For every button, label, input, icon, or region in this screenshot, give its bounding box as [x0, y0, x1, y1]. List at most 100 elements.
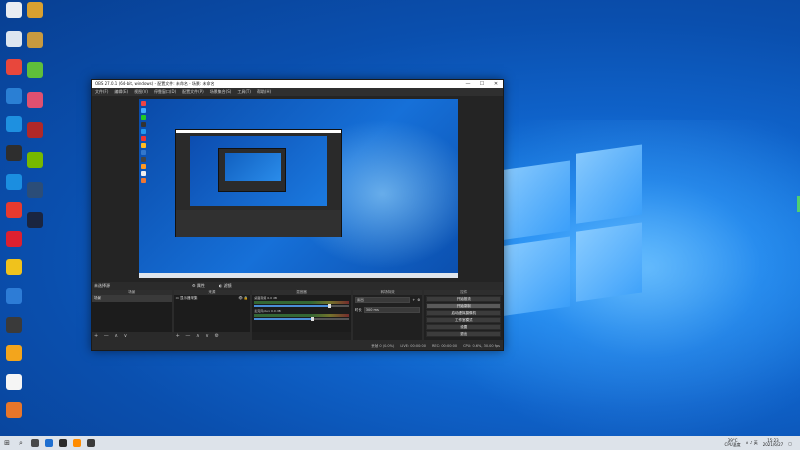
exit-button[interactable]: 退出: [426, 331, 502, 337]
preview-canvas[interactable]: [139, 99, 458, 278]
app-icon: [31, 439, 39, 447]
desktop-icon-label: [21, 139, 49, 147]
desktop-icon[interactable]: [21, 152, 49, 177]
menu-help[interactable]: 帮助(H): [257, 89, 271, 95]
system-tray: 39°C CPU温度 ∧ ♪ 英 15:23 2021/6/27 ▢: [725, 439, 800, 447]
tray-icons[interactable]: ∧ ♪ 英: [746, 440, 758, 446]
nested-obs-preview: [175, 129, 342, 237]
desktop-icon[interactable]: [0, 345, 28, 370]
desktop-icon[interactable]: [21, 182, 49, 207]
search-button[interactable]: ⌕: [14, 436, 28, 450]
desktop-icon-label: [0, 419, 28, 427]
desktop-icon[interactable]: [0, 288, 28, 313]
app-icon: [6, 345, 22, 362]
windows-start-icon: ⊞: [4, 439, 10, 447]
app-icon: [27, 182, 43, 198]
scenes-dock: 场景 场景 + — ∧ ∨: [92, 290, 172, 340]
filters-button[interactable]: ◐ 滤镜: [219, 283, 232, 289]
app-icon: [73, 439, 81, 447]
taskbar-app[interactable]: [42, 436, 56, 450]
preview-area[interactable]: [92, 96, 503, 282]
desktop-icon-label: [21, 19, 49, 27]
obs-titlebar[interactable]: OBS 27.0.1 (64-bit, windows) - 配置文件: 未命名…: [92, 80, 503, 88]
app-icon: [27, 2, 43, 18]
properties-button[interactable]: ⚙ 属性: [192, 283, 205, 289]
desktop-icon-label: [21, 109, 49, 117]
minimize-button[interactable]: —: [461, 81, 475, 87]
mixer-channel-mic: 麦克风/Aux 0.0 dB: [252, 308, 351, 321]
add-transition-icon[interactable]: +: [412, 298, 415, 302]
menu-scene-collection[interactable]: 场景集合(S): [210, 89, 232, 95]
desktop-icon-label: [21, 199, 49, 207]
menu-docks[interactable]: 停靠窗口(D): [154, 89, 176, 95]
app-icon: [6, 259, 22, 276]
desktop-icon-label: [0, 391, 28, 399]
app-icon: [6, 202, 22, 219]
app-icon: [27, 62, 43, 78]
cpu-temp-widget[interactable]: 39°C CPU温度: [725, 439, 741, 447]
maximize-button[interactable]: ☐: [475, 81, 489, 87]
desktop-icon[interactable]: [21, 122, 49, 147]
desktop-icon[interactable]: [0, 259, 28, 284]
desktop-icon[interactable]: [0, 373, 28, 399]
obs-window[interactable]: OBS 27.0.1 (64-bit, windows) - 配置文件: 未命名…: [91, 79, 504, 351]
menu-file[interactable]: 文件(F): [95, 89, 108, 95]
clock[interactable]: 15:23 2021/6/27: [763, 439, 784, 447]
start-button[interactable]: ⊞: [0, 436, 14, 450]
app-icon: [6, 145, 22, 161]
app-icon: [6, 402, 22, 419]
notification-icon[interactable]: ▢: [788, 441, 792, 446]
app-icon: [27, 32, 43, 48]
taskbar-apps: [28, 436, 98, 450]
desktop-icon[interactable]: [21, 212, 49, 237]
taskbar-app[interactable]: [70, 436, 84, 450]
menu-view[interactable]: 视图(V): [134, 89, 148, 95]
desktop-icon[interactable]: [21, 32, 49, 57]
app-icon: [6, 230, 22, 247]
scenes-footer-buttons[interactable]: + — ∧ ∨: [92, 332, 172, 340]
search-icon: ⌕: [19, 438, 23, 447]
desktop-icon[interactable]: [21, 62, 49, 87]
taskbar-app[interactable]: [28, 436, 42, 450]
studio-mode-button[interactable]: 工作室模式: [426, 317, 502, 323]
transition-settings-icon[interactable]: ⚙: [417, 298, 420, 302]
app-icon: [27, 122, 43, 138]
menu-tools[interactable]: 工具(T): [237, 89, 251, 95]
app-icon: [45, 439, 53, 447]
start-recording-button[interactable]: 开始录制: [426, 303, 502, 309]
scene-item[interactable]: 场景: [92, 295, 172, 302]
source-toolbar: 未选择源 ⚙ 属性 ◐ 滤镜: [92, 282, 503, 290]
preview-taskbar: [139, 273, 458, 278]
transitions-dock: 转场特效 淡出 + ⚙ 时长 300 ms: [352, 290, 423, 340]
menu-profile[interactable]: 配置文件(P): [182, 89, 204, 95]
desktop-icon[interactable]: [0, 402, 28, 427]
app-icon: [6, 116, 22, 133]
desktop-icon[interactable]: [0, 316, 28, 342]
transition-select[interactable]: 淡出: [354, 297, 411, 303]
desktop-audio-fader[interactable]: [254, 304, 349, 308]
duration-input[interactable]: 300 ms: [363, 307, 421, 313]
desktop-icon-label: [21, 79, 49, 87]
sources-footer-buttons[interactable]: + — ∧ ∨ ⚙: [173, 332, 251, 340]
mic-audio-fader[interactable]: [254, 317, 349, 321]
virtual-camera-button[interactable]: 启动虚拟摄像机: [426, 310, 502, 316]
app-icon: [6, 2, 22, 18]
cpu-fps: CPU: 0.6%, 30.00 fps: [463, 344, 500, 348]
desktop-icon[interactable]: [21, 92, 49, 117]
app-icon: [6, 373, 22, 390]
controls-dock: 控件 开始推流 开始录制 启动虚拟摄像机 工作室模式 设置 退出: [424, 290, 504, 340]
start-streaming-button[interactable]: 开始推流: [426, 296, 502, 302]
desktop-icon[interactable]: [21, 2, 49, 27]
app-icon: [6, 87, 22, 104]
desktop-icon-label: [0, 276, 28, 284]
menu-edit[interactable]: 编辑(E): [114, 89, 128, 95]
close-button[interactable]: ✕: [489, 81, 503, 87]
mixer-channel-desktop: 桌面音频 0.0 dB: [252, 295, 351, 308]
taskbar-app[interactable]: [84, 436, 98, 450]
settings-button[interactable]: 设置: [426, 324, 502, 330]
app-icon: [87, 439, 95, 447]
controls-title: 控件: [424, 290, 504, 295]
taskbar-app[interactable]: [56, 436, 70, 450]
app-icon: [6, 288, 22, 304]
source-item[interactable]: ▭ 显示器采集 👁 🔒: [174, 295, 251, 302]
